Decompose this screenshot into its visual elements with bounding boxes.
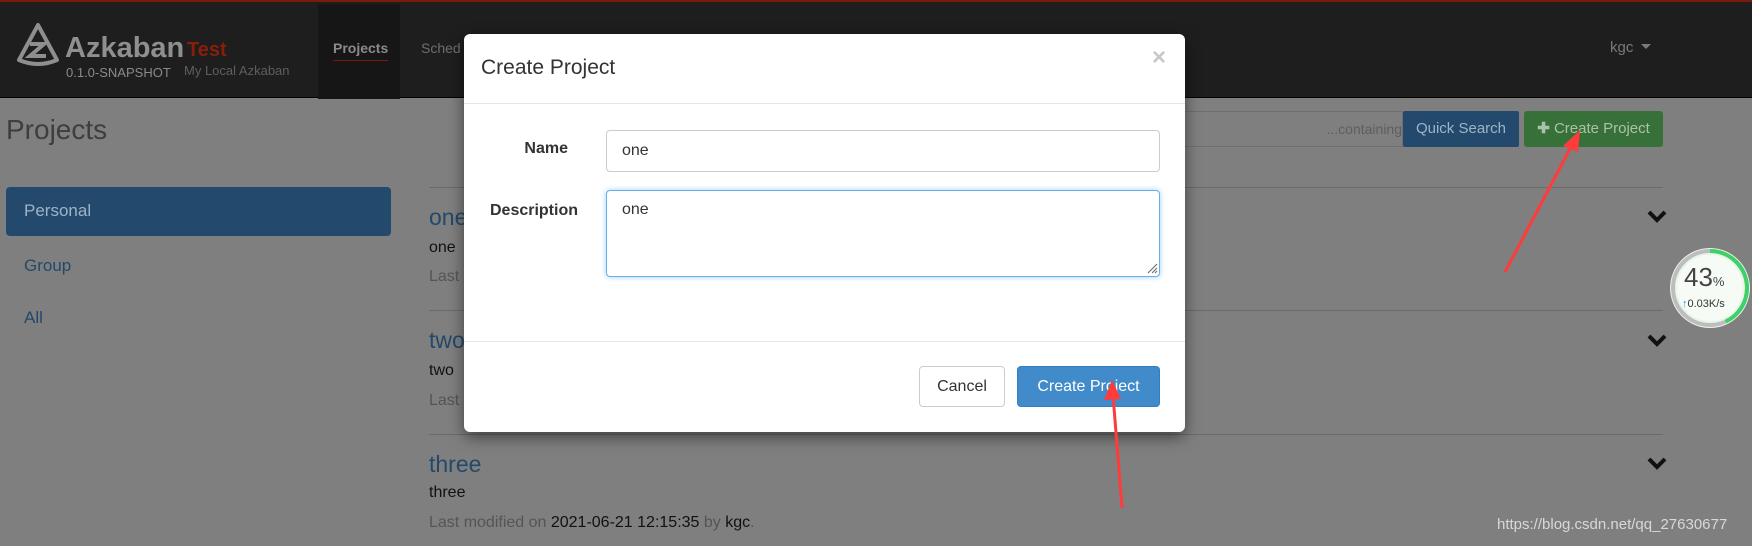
chevron-down-icon[interactable] (1647, 456, 1667, 470)
modified-date: 2021-06-21 12:15:35 (550, 514, 700, 531)
create-project-button[interactable]: ✚ Create Project (1524, 111, 1663, 147)
env-name: My Local Azkaban (184, 63, 290, 78)
watermark: https://blog.csdn.net/qq_27630677 (1497, 516, 1728, 533)
search-placeholder: containing... (1326, 121, 1403, 137)
widget-percent: 43 (1684, 262, 1713, 292)
project-modified: Last modified on 2021-06-21 12:15:35 by … (429, 514, 755, 532)
arrow-line (1503, 144, 1574, 273)
name-label: Name (524, 140, 568, 157)
close-icon[interactable]: × (1152, 44, 1166, 72)
azkaban-logo-icon (17, 23, 59, 66)
name-field[interactable] (606, 130, 1160, 172)
user-menu[interactable]: kgc (1610, 39, 1651, 56)
project-modified: Last (429, 392, 460, 409)
modified-user: kgc (725, 514, 751, 531)
create-project-modal: Create Project × Name Description one Ca… (464, 34, 1185, 432)
divider (464, 341, 1185, 342)
description-field[interactable]: one (606, 190, 1160, 277)
plus-icon: ✚ (1537, 120, 1554, 137)
cancel-button[interactable]: Cancel (919, 366, 1005, 407)
env-tag: Test (187, 39, 227, 61)
divider (429, 434, 1663, 435)
create-project-submit-button[interactable]: Create Project (1017, 366, 1160, 407)
description-label: Description (489, 202, 578, 219)
widget-unit: % (1712, 274, 1725, 289)
network-speed-widget[interactable]: 43% ↑0.03K/s (1668, 246, 1752, 330)
sidebar-item-personal[interactable]: Personal (6, 187, 391, 236)
divider (464, 103, 1185, 104)
page-title: Projects (6, 114, 108, 145)
widget-speed: 0.03K/s (1687, 298, 1725, 310)
resize-handle-icon[interactable] (1146, 262, 1158, 274)
brand-name[interactable]: Azkaban (65, 32, 184, 65)
modified-end: . (750, 514, 755, 531)
project-description: two (429, 362, 454, 379)
chevron-down-icon[interactable] (1647, 209, 1667, 223)
nav-projects-label: Projects (333, 40, 389, 61)
modified-prefix: Last modified on (429, 514, 551, 531)
sidebar-item-group[interactable]: Group (24, 256, 71, 276)
create-project-label: Create Project (1553, 120, 1650, 137)
nav-projects[interactable]: Projects (318, 4, 400, 99)
project-description: one (429, 239, 456, 256)
modal-title: Create Project (481, 56, 616, 79)
modified-by: by (699, 514, 726, 531)
project-link[interactable]: three (429, 451, 481, 478)
quick-search-button[interactable]: Quick Search (1403, 111, 1519, 147)
nav-scheduling[interactable]: Sched (421, 40, 461, 56)
project-description: three (429, 484, 466, 501)
project-modified: Last (429, 268, 460, 285)
project-link[interactable]: two (429, 327, 465, 354)
chevron-down-icon[interactable] (1647, 333, 1667, 347)
version: 0.1.0-SNAPSHOT (66, 65, 171, 80)
sidebar-item-all[interactable]: All (24, 308, 43, 328)
